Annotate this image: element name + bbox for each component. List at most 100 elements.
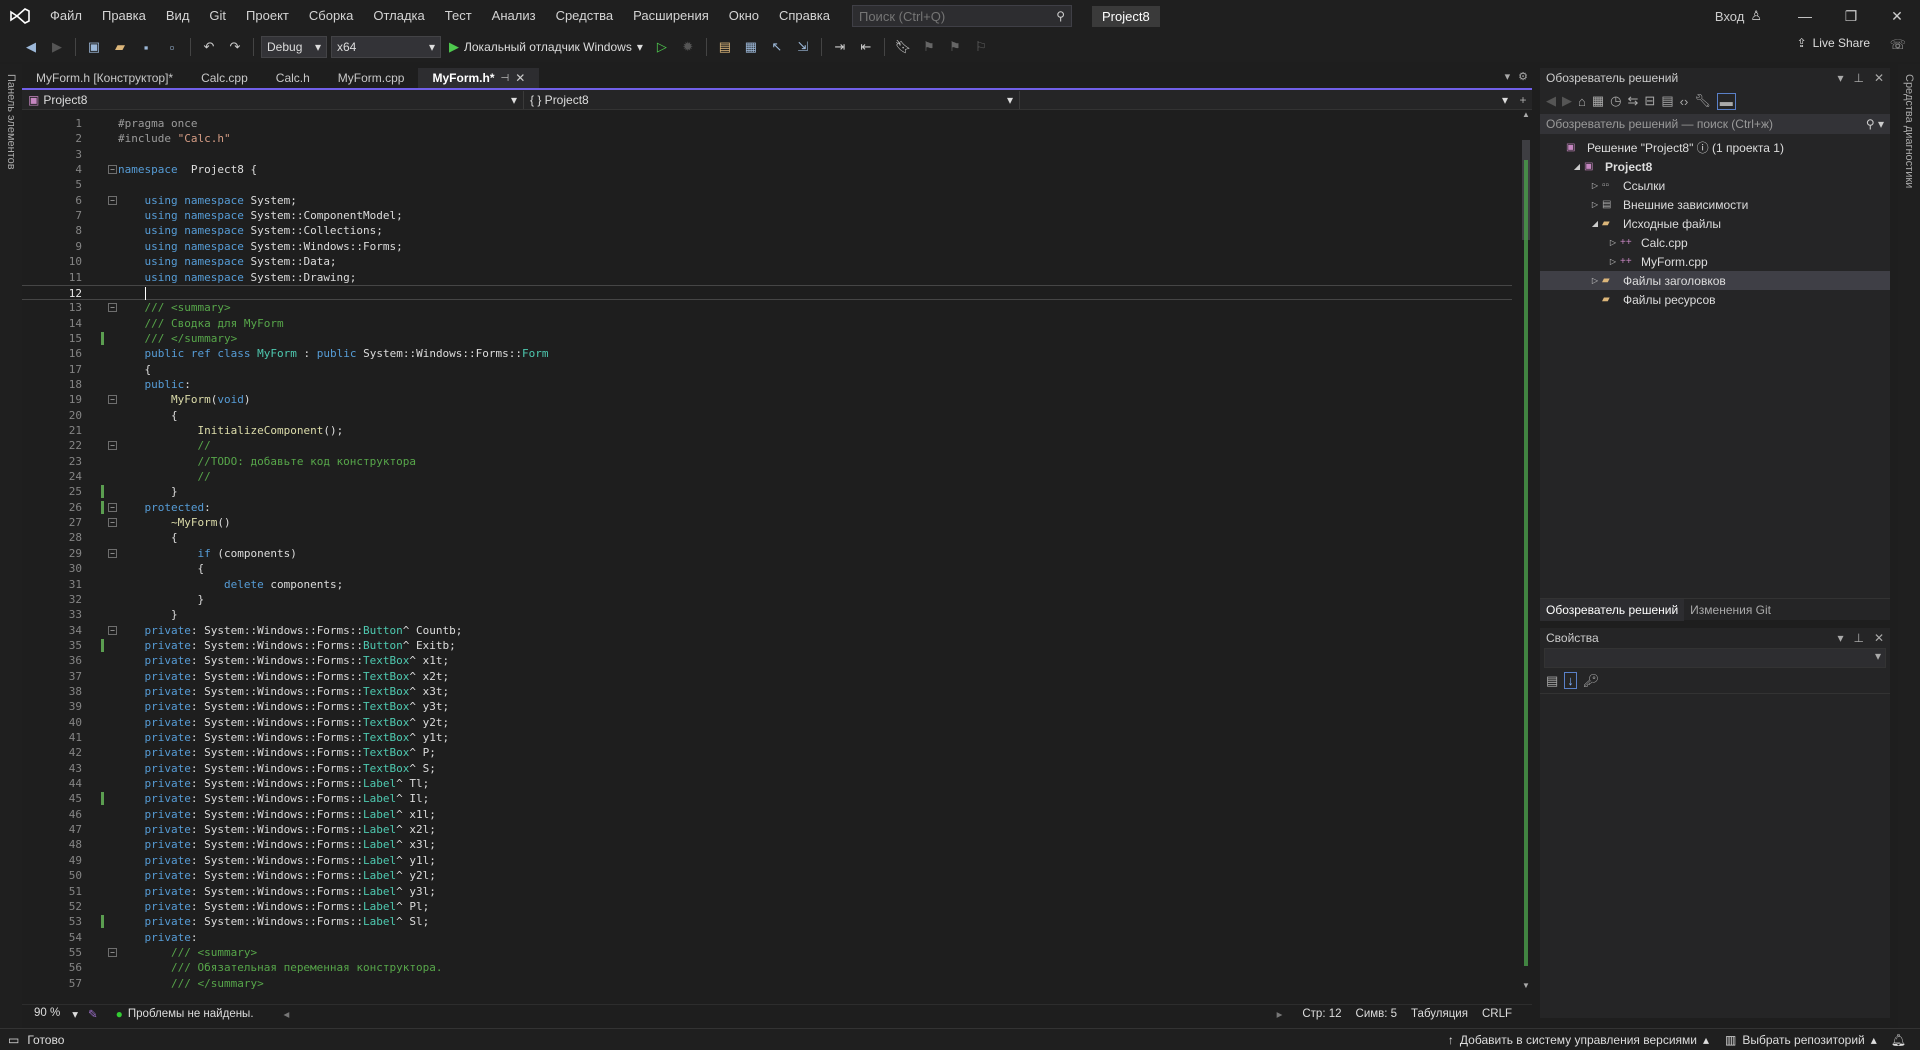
tree-item[interactable]: ▣ Решение "Project8" ⓘ (1 проекта 1): [1540, 138, 1890, 157]
back-icon[interactable]: ◀: [20, 36, 42, 58]
code-line[interactable]: 19 − MyForm(void): [22, 392, 1512, 407]
code-line[interactable]: 51 private: System::Windows::Forms::Labe…: [22, 884, 1512, 899]
fold-toggle-icon[interactable]: −: [108, 395, 117, 405]
code-line[interactable]: 12: [22, 284, 1512, 301]
tree-item[interactable]: ▷ ▫▫ Ссылки: [1540, 176, 1890, 195]
save-icon[interactable]: ▪: [135, 36, 157, 58]
collapsed-arrow-icon[interactable]: ▷: [1606, 238, 1620, 247]
expanded-arrow-icon[interactable]: ◢: [1570, 162, 1584, 171]
step-icon[interactable]: ⇲: [792, 36, 814, 58]
code-line[interactable]: 21 InitializeComponent();: [22, 423, 1512, 438]
pin-icon[interactable]: ⊥: [1853, 71, 1863, 85]
close-icon[interactable]: ✕: [1874, 631, 1884, 645]
collapsed-arrow-icon[interactable]: ▷: [1588, 181, 1602, 190]
restore-icon[interactable]: ❐: [1828, 8, 1874, 25]
code-line[interactable]: 31 delete components;: [22, 577, 1512, 592]
code-line[interactable]: 48 private: System::Windows::Forms::Labe…: [22, 837, 1512, 852]
line-number-label[interactable]: Стр: 12: [1302, 1008, 1341, 1020]
member-dropdown[interactable]: ▾: [1020, 91, 1514, 109]
tab-document[interactable]: Calc.cpp: [187, 68, 262, 88]
code-line[interactable]: 30 {: [22, 561, 1512, 576]
scroll-left-icon[interactable]: ◂: [284, 1007, 290, 1021]
code-line[interactable]: 7 using namespace System::ComponentModel…: [22, 208, 1512, 223]
code-line[interactable]: 25 }: [22, 484, 1512, 499]
switch-views-icon[interactable]: ▦: [1592, 93, 1604, 109]
tree-item[interactable]: ▷ ▰ Файлы заголовков: [1540, 271, 1890, 290]
start-without-debugging-icon[interactable]: ▷: [651, 36, 673, 58]
settings-icon[interactable]: ⚙: [1518, 70, 1528, 83]
code-line[interactable]: 50 private: System::Windows::Forms::Labe…: [22, 868, 1512, 883]
redo-icon[interactable]: ↷: [224, 36, 246, 58]
menu-item-9[interactable]: Средства: [546, 0, 624, 32]
code-line[interactable]: 15 /// </summary>: [22, 331, 1512, 346]
tree-item[interactable]: ◢ ▰ Исходные файлы: [1540, 214, 1890, 233]
menu-item-2[interactable]: Вид: [156, 0, 200, 32]
split-icon[interactable]: +: [1514, 93, 1532, 107]
menu-item-11[interactable]: Окно: [719, 0, 769, 32]
menu-item-4[interactable]: Проект: [236, 0, 299, 32]
code-line[interactable]: 27 − ~MyForm(): [22, 515, 1512, 530]
vertical-scrollbar[interactable]: ▲ ▼: [1520, 110, 1532, 990]
tree-item[interactable]: ▰ Файлы ресурсов: [1540, 290, 1890, 309]
code-line[interactable]: 46 private: System::Windows::Forms::Labe…: [22, 807, 1512, 822]
tab-document[interactable]: MyForm.h [Конструктор]*: [22, 68, 187, 88]
fold-toggle-icon[interactable]: −: [108, 303, 117, 313]
outdent-icon[interactable]: ⇤: [855, 36, 877, 58]
tree-item[interactable]: ◢ ▣ Project8: [1540, 157, 1890, 176]
code-line[interactable]: 28 {: [22, 530, 1512, 545]
minimize-icon[interactable]: —: [1782, 8, 1828, 24]
visual-studio-logo-icon[interactable]: [0, 0, 40, 32]
categorized-icon[interactable]: ▤: [1546, 673, 1558, 689]
menu-item-5[interactable]: Сборка: [299, 0, 364, 32]
scroll-up-icon[interactable]: ▲: [1521, 110, 1531, 119]
chevron-down-icon[interactable]: ▾: [1837, 71, 1843, 85]
solution-panel-tab[interactable]: Обозреватель решений: [1540, 598, 1685, 621]
code-line[interactable]: 6 − using namespace System;: [22, 193, 1512, 208]
code-line[interactable]: 13 − /// <summary>: [22, 300, 1512, 315]
show-all-files-icon[interactable]: ▤: [1661, 93, 1673, 109]
expanded-arrow-icon[interactable]: ◢: [1588, 219, 1602, 228]
code-line[interactable]: 20 {: [22, 408, 1512, 423]
collapsed-arrow-icon[interactable]: ▷: [1588, 200, 1602, 209]
sync-icon[interactable]: ⇆: [1628, 93, 1639, 109]
code-line[interactable]: 45 private: System::Windows::Forms::Labe…: [22, 791, 1512, 806]
code-line[interactable]: 40 private: System::Windows::Forms::Text…: [22, 715, 1512, 730]
home-icon[interactable]: ⌂: [1578, 94, 1586, 109]
code-line[interactable]: 3: [22, 147, 1512, 162]
fold-toggle-icon[interactable]: −: [108, 947, 117, 957]
code-line[interactable]: 49 private: System::Windows::Forms::Labe…: [22, 853, 1512, 868]
properties-icon[interactable]: 🔧︎: [1694, 93, 1711, 109]
add-to-source-control-button[interactable]: Добавить в систему управления версиями: [1460, 1033, 1697, 1047]
menu-item-12[interactable]: Справка: [769, 0, 840, 32]
code-line[interactable]: 52 private: System::Windows::Forms::Labe…: [22, 899, 1512, 914]
indent-mode-label[interactable]: Табуляция: [1411, 1008, 1468, 1020]
hot-reload-icon[interactable]: ✹: [677, 36, 699, 58]
tab-document[interactable]: MyForm.cpp: [324, 68, 419, 88]
code-line[interactable]: 34 − private: System::Windows::Forms::But…: [22, 623, 1512, 638]
column-number-label[interactable]: Симв: 5: [1356, 1008, 1398, 1020]
code-line[interactable]: 38 private: System::Windows::Forms::Text…: [22, 684, 1512, 699]
scroll-down-icon[interactable]: ▼: [1521, 981, 1531, 990]
code-line[interactable]: 11 using namespace System::Drawing;: [22, 270, 1512, 285]
code-line[interactable]: 35 private: System::Windows::Forms::Butt…: [22, 638, 1512, 653]
collapsed-arrow-icon[interactable]: ▷: [1606, 257, 1620, 266]
tree-item[interactable]: ▷ ++ Calc.cpp: [1540, 233, 1890, 252]
login-button[interactable]: Вход ♙: [1715, 8, 1762, 24]
tree-item[interactable]: ▷ ++ MyForm.cpp: [1540, 252, 1890, 271]
issues-label[interactable]: Проблемы не найдены.: [128, 1008, 254, 1020]
undo-icon[interactable]: ↶: [198, 36, 220, 58]
tree-item[interactable]: ▷ ▤ Внешние зависимости: [1540, 195, 1890, 214]
code-line[interactable]: 44 private: System::Windows::Forms::Labe…: [22, 776, 1512, 791]
code-line[interactable]: 36 private: System::Windows::Forms::Text…: [22, 653, 1512, 668]
output-icon[interactable]: ▭: [8, 1033, 19, 1047]
open-folder-icon[interactable]: ▰: [109, 36, 131, 58]
menu-item-0[interactable]: Файл: [40, 0, 92, 32]
chevron-down-icon[interactable]: ▾: [1837, 631, 1843, 645]
tab-list-icon[interactable]: ▾: [1505, 70, 1511, 83]
zoom-select[interactable]: 90 % ▾: [22, 1007, 82, 1021]
solution-search-box[interactable]: Обозреватель решений — поиск (Ctrl+ж) ⚲ …: [1540, 114, 1890, 134]
close-icon[interactable]: ✕: [1874, 71, 1884, 85]
select-repository-button[interactable]: Выбрать репозиторий: [1742, 1033, 1864, 1047]
close-icon[interactable]: ✕: [1874, 8, 1920, 25]
next-bookmark-icon[interactable]: ⚑: [944, 36, 966, 58]
